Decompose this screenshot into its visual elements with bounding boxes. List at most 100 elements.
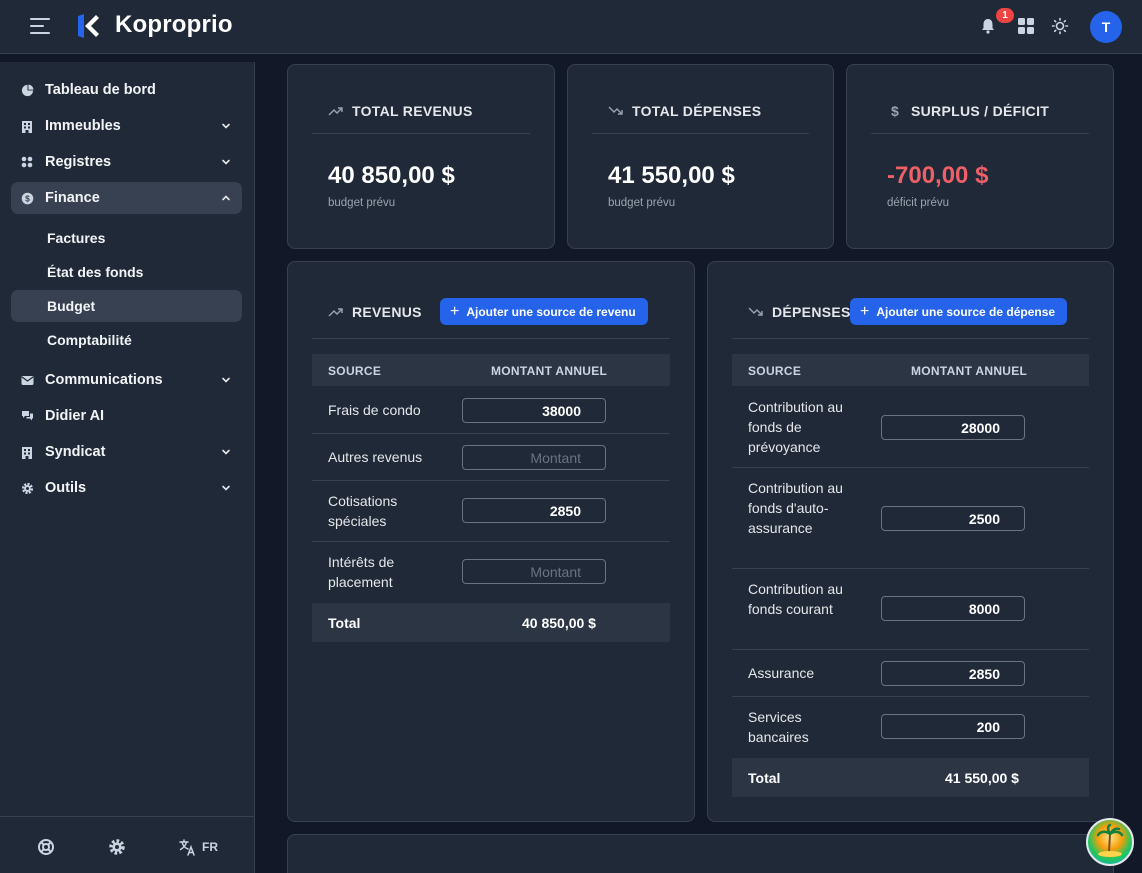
amount-input[interactable] <box>462 398 606 423</box>
divider <box>592 133 809 134</box>
sidebar-subitem-label: Budget <box>47 298 96 314</box>
source-label: Intérêts de placement <box>328 554 395 590</box>
amount-input[interactable] <box>881 415 1025 440</box>
table-row: Intérêts de placement <box>312 542 670 603</box>
chevron-down-icon <box>222 123 230 129</box>
koproprio-logo-icon <box>78 14 99 38</box>
stat-title-text: SURPLUS / DÉFICIT <box>911 103 1050 119</box>
sidebar-item-label: Syndicat <box>45 444 106 460</box>
table-row: Services bancaires <box>732 697 1089 758</box>
add-revenue-source-button[interactable]: + Ajouter une source de revenu <box>440 298 648 325</box>
column-header-amount: MONTANT ANNUEL <box>911 364 1028 378</box>
language-label: FR <box>202 840 218 854</box>
amount-input[interactable] <box>462 559 606 584</box>
dollar-icon: $ <box>891 104 899 118</box>
bell-icon <box>982 19 994 34</box>
trending-down-icon <box>748 307 763 316</box>
total-row: Total 40 850,00 $ <box>312 603 670 642</box>
amount-input[interactable] <box>881 661 1025 686</box>
table-header: SOURCE MONTANT ANNUEL <box>732 354 1089 386</box>
theme-toggle-button[interactable] <box>1048 14 1072 38</box>
sidebar-item-label: Immeubles <box>45 118 121 134</box>
notification-badge: 1 <box>996 8 1014 23</box>
plus-icon: + <box>860 302 870 320</box>
table-row: Cotisations spéciales <box>312 481 670 542</box>
table-row: Contribution au fonds courant <box>732 569 1089 650</box>
sidebar-item-label: Didier AI <box>45 408 105 424</box>
bottom-card <box>287 834 1114 873</box>
sidebar-item-finance[interactable]: $ Finance <box>11 182 242 214</box>
sidebar-subitem-label: Factures <box>47 230 106 246</box>
stat-card-total-depenses: TOTAL DÉPENSES 41 550,00 $ budget prévu <box>567 64 834 249</box>
column-header-amount: MONTANT ANNUEL <box>491 364 608 378</box>
sidebar-subitem-etat-des-fonds[interactable]: État des fonds <box>11 256 242 288</box>
chevron-down-icon <box>222 159 230 165</box>
sidebar-subitem-budget[interactable]: Budget <box>11 290 242 322</box>
add-expense-source-button[interactable]: + Ajouter une source de dépense <box>850 298 1068 325</box>
language-button[interactable]: FR <box>179 837 218 857</box>
column-header-source: SOURCE <box>748 364 802 378</box>
user-avatar[interactable]: T <box>1090 11 1122 43</box>
depenses-panel: DÉPENSES + Ajouter une source de dépense… <box>707 261 1114 822</box>
source-label: Contribution au fonds d'auto-assurance <box>748 480 843 536</box>
pie-chart-icon <box>20 83 34 97</box>
assistant-fab-button[interactable] <box>1086 818 1134 866</box>
gear-icon <box>109 839 125 855</box>
divider <box>871 133 1089 134</box>
apps-button[interactable] <box>1014 14 1038 38</box>
svg-text:$: $ <box>891 104 899 118</box>
translate-icon <box>179 838 195 856</box>
sidebar-item-label: Outils <box>45 480 87 496</box>
stat-title: $ SURPLUS / DÉFICIT <box>887 103 1049 119</box>
sidebar-subitem-comptabilite[interactable]: Comptabilité <box>11 324 242 356</box>
panel-title-text: REVENUS <box>352 304 422 320</box>
divider <box>312 133 530 134</box>
table-header: SOURCE MONTANT ANNUEL <box>312 354 670 386</box>
help-button[interactable] <box>37 837 55 857</box>
amount-input[interactable] <box>881 596 1025 621</box>
chat-icon <box>20 409 34 423</box>
divider <box>732 338 1089 339</box>
sidebar-item-registres[interactable]: Registres <box>11 146 242 178</box>
table-row: Frais de condo <box>312 386 670 434</box>
sidebar: Tableau de bord Immeubles Registres $ Fi… <box>0 62 255 873</box>
menu-toggle-icon[interactable] <box>30 17 52 35</box>
stat-card-total-revenus: TOTAL REVENUS 40 850,00 $ budget prévu <box>287 64 555 249</box>
sidebar-item-outils[interactable]: Outils <box>11 472 242 504</box>
amount-input[interactable] <box>462 445 606 470</box>
sun-icon <box>1051 17 1069 35</box>
sidebar-item-didier-ai[interactable]: Didier AI <box>11 400 242 432</box>
svg-text:$: $ <box>25 193 30 203</box>
stat-caption: déficit prévu <box>887 197 950 209</box>
total-value: 40 850,00 $ <box>522 615 596 631</box>
sidebar-item-label: Finance <box>45 190 100 206</box>
sidebar-subitem-label: État des fonds <box>47 264 144 280</box>
mail-icon <box>20 373 34 387</box>
building-icon <box>20 119 34 133</box>
table-row: Contribution au fonds de prévoyance <box>732 386 1089 468</box>
table-row: Contribution au fonds d'auto-assurance <box>732 468 1089 569</box>
sidebar-item-tableau-de-bord[interactable]: Tableau de bord <box>11 74 242 106</box>
dollar-circle-icon: $ <box>20 191 34 205</box>
apps-grid-icon <box>1018 18 1034 34</box>
source-label: Assurance <box>748 665 815 681</box>
stat-caption: budget prévu <box>328 197 396 209</box>
settings-button[interactable] <box>108 837 126 857</box>
amount-input[interactable] <box>881 714 1025 739</box>
source-label: Services bancaires <box>748 709 809 745</box>
chevron-down-icon <box>222 449 230 455</box>
sidebar-item-syndicat[interactable]: Syndicat <box>11 436 242 468</box>
stat-title: TOTAL REVENUS <box>328 103 473 119</box>
sidebar-subitem-label: Comptabilité <box>47 332 132 348</box>
amount-input[interactable] <box>462 498 606 523</box>
sidebar-footer: FR <box>0 816 255 873</box>
sidebar-item-label: Tableau de bord <box>45 82 156 98</box>
stat-card-surplus-deficit: $ SURPLUS / DÉFICIT -700,00 $ déficit pr… <box>846 64 1114 249</box>
trending-up-icon <box>328 107 343 116</box>
amount-input[interactable] <box>881 506 1025 531</box>
sidebar-subitem-factures[interactable]: Factures <box>11 222 242 254</box>
sidebar-item-communications[interactable]: Communications <box>11 364 242 396</box>
panel-title: DÉPENSES <box>748 304 851 320</box>
sidebar-item-immeubles[interactable]: Immeubles <box>11 110 242 142</box>
stat-title-text: TOTAL DÉPENSES <box>632 103 762 119</box>
